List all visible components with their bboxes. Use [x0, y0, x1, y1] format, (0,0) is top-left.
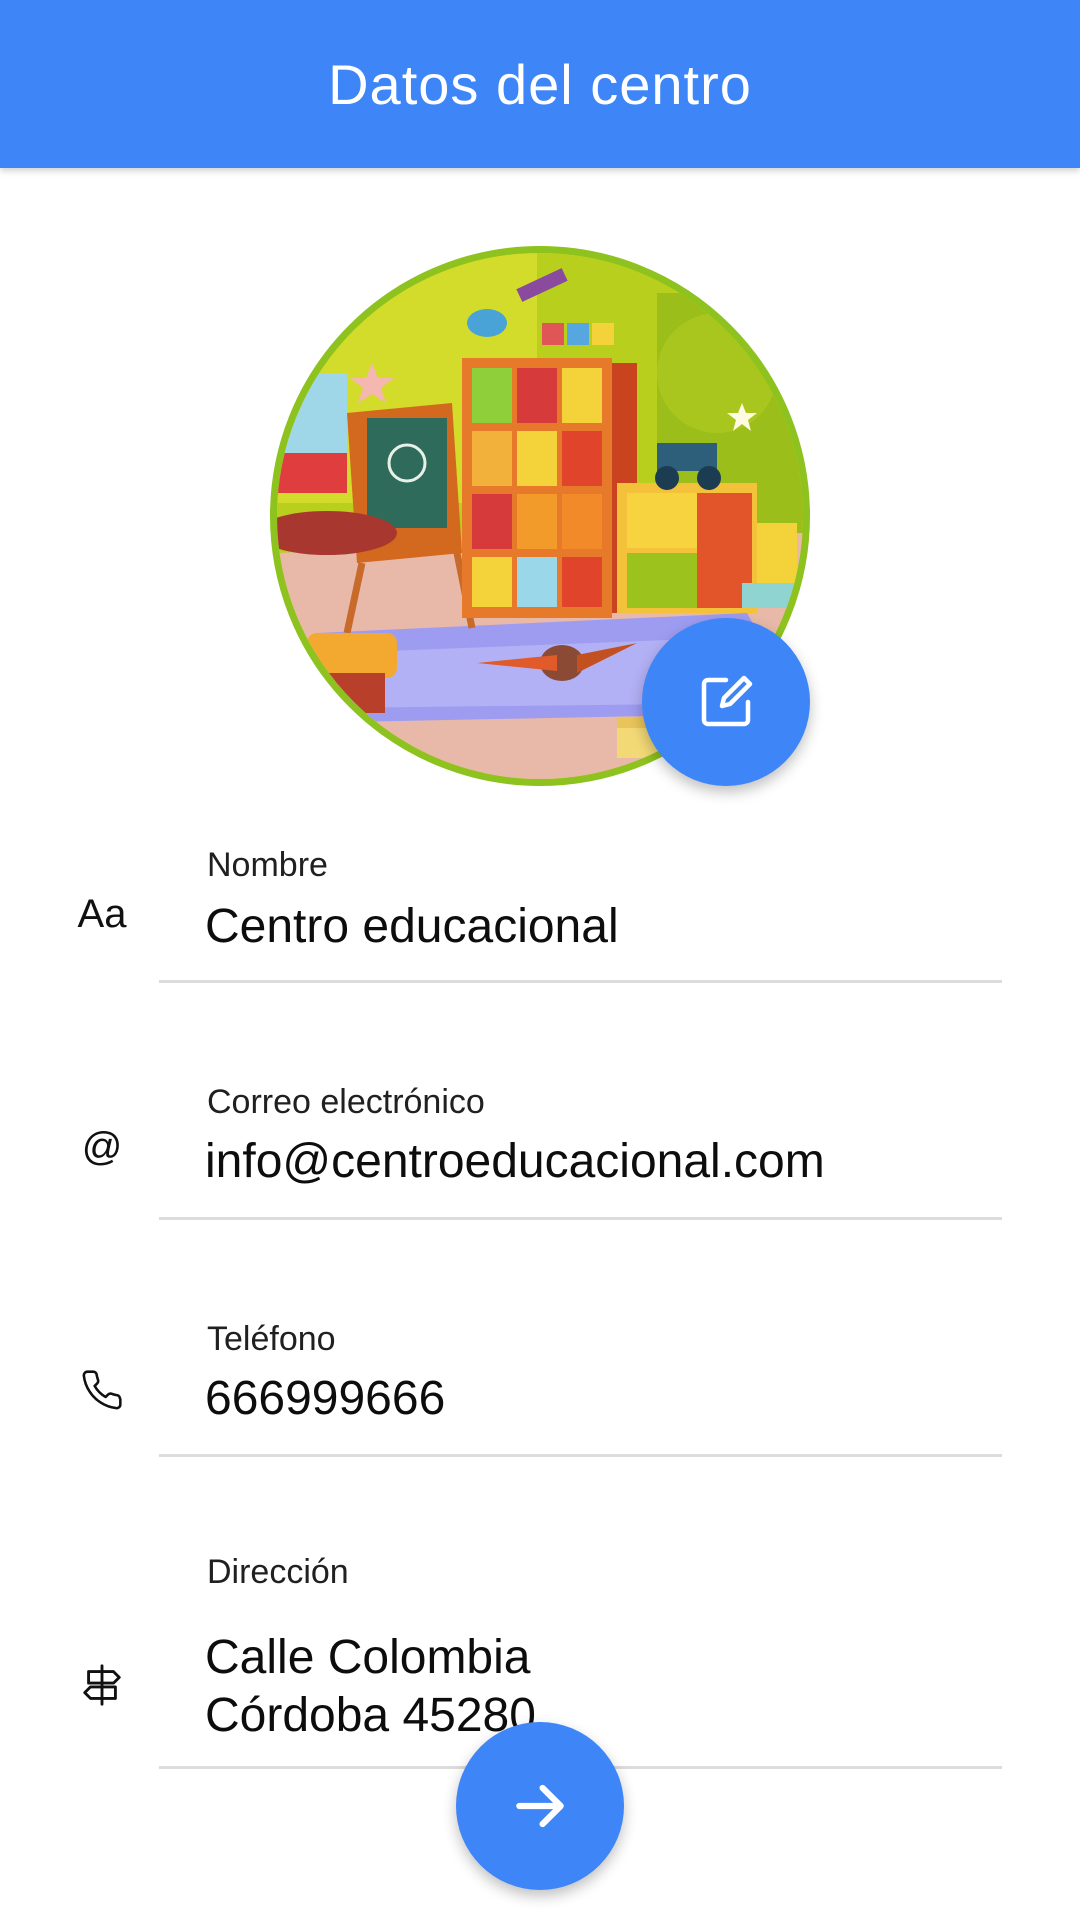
- phone-label: Teléfono: [207, 1320, 336, 1358]
- phone-divider: [159, 1454, 1002, 1457]
- app-bar: Datos del centro: [0, 0, 1080, 168]
- text-format-icon: Aa: [77, 891, 127, 936]
- name-value[interactable]: Centro educacional: [205, 898, 619, 956]
- next-button[interactable]: [456, 1722, 624, 1890]
- at-icon: @: [81, 1124, 123, 1169]
- page-title: Datos del centro: [328, 52, 752, 116]
- arrow-right-icon: [516, 1784, 564, 1828]
- phone-field[interactable]: Teléfono 666999666: [0, 1314, 1080, 1464]
- name-divider: [159, 980, 1002, 983]
- email-divider: [159, 1217, 1002, 1220]
- address-value[interactable]: Calle Colombia Córdoba 45280: [205, 1629, 536, 1745]
- name-field[interactable]: Aa Nombre Centro educacional: [0, 840, 1080, 990]
- email-field[interactable]: @ Correo electrónico info@centroeducacio…: [0, 1077, 1080, 1227]
- edit-icon: [701, 675, 753, 727]
- edit-photo-button[interactable]: [642, 618, 810, 786]
- name-label: Nombre: [207, 846, 328, 884]
- email-value[interactable]: info@centroeducacional.com: [205, 1133, 825, 1191]
- screen: Datos del centro Aa Nombre Centro educac…: [0, 0, 1080, 1920]
- phone-icon: [76, 1364, 128, 1416]
- phone-value[interactable]: 666999666: [205, 1370, 445, 1428]
- email-label: Correo electrónico: [207, 1083, 485, 1121]
- signpost-icon: [76, 1659, 128, 1711]
- address-label: Dirección: [207, 1553, 349, 1591]
